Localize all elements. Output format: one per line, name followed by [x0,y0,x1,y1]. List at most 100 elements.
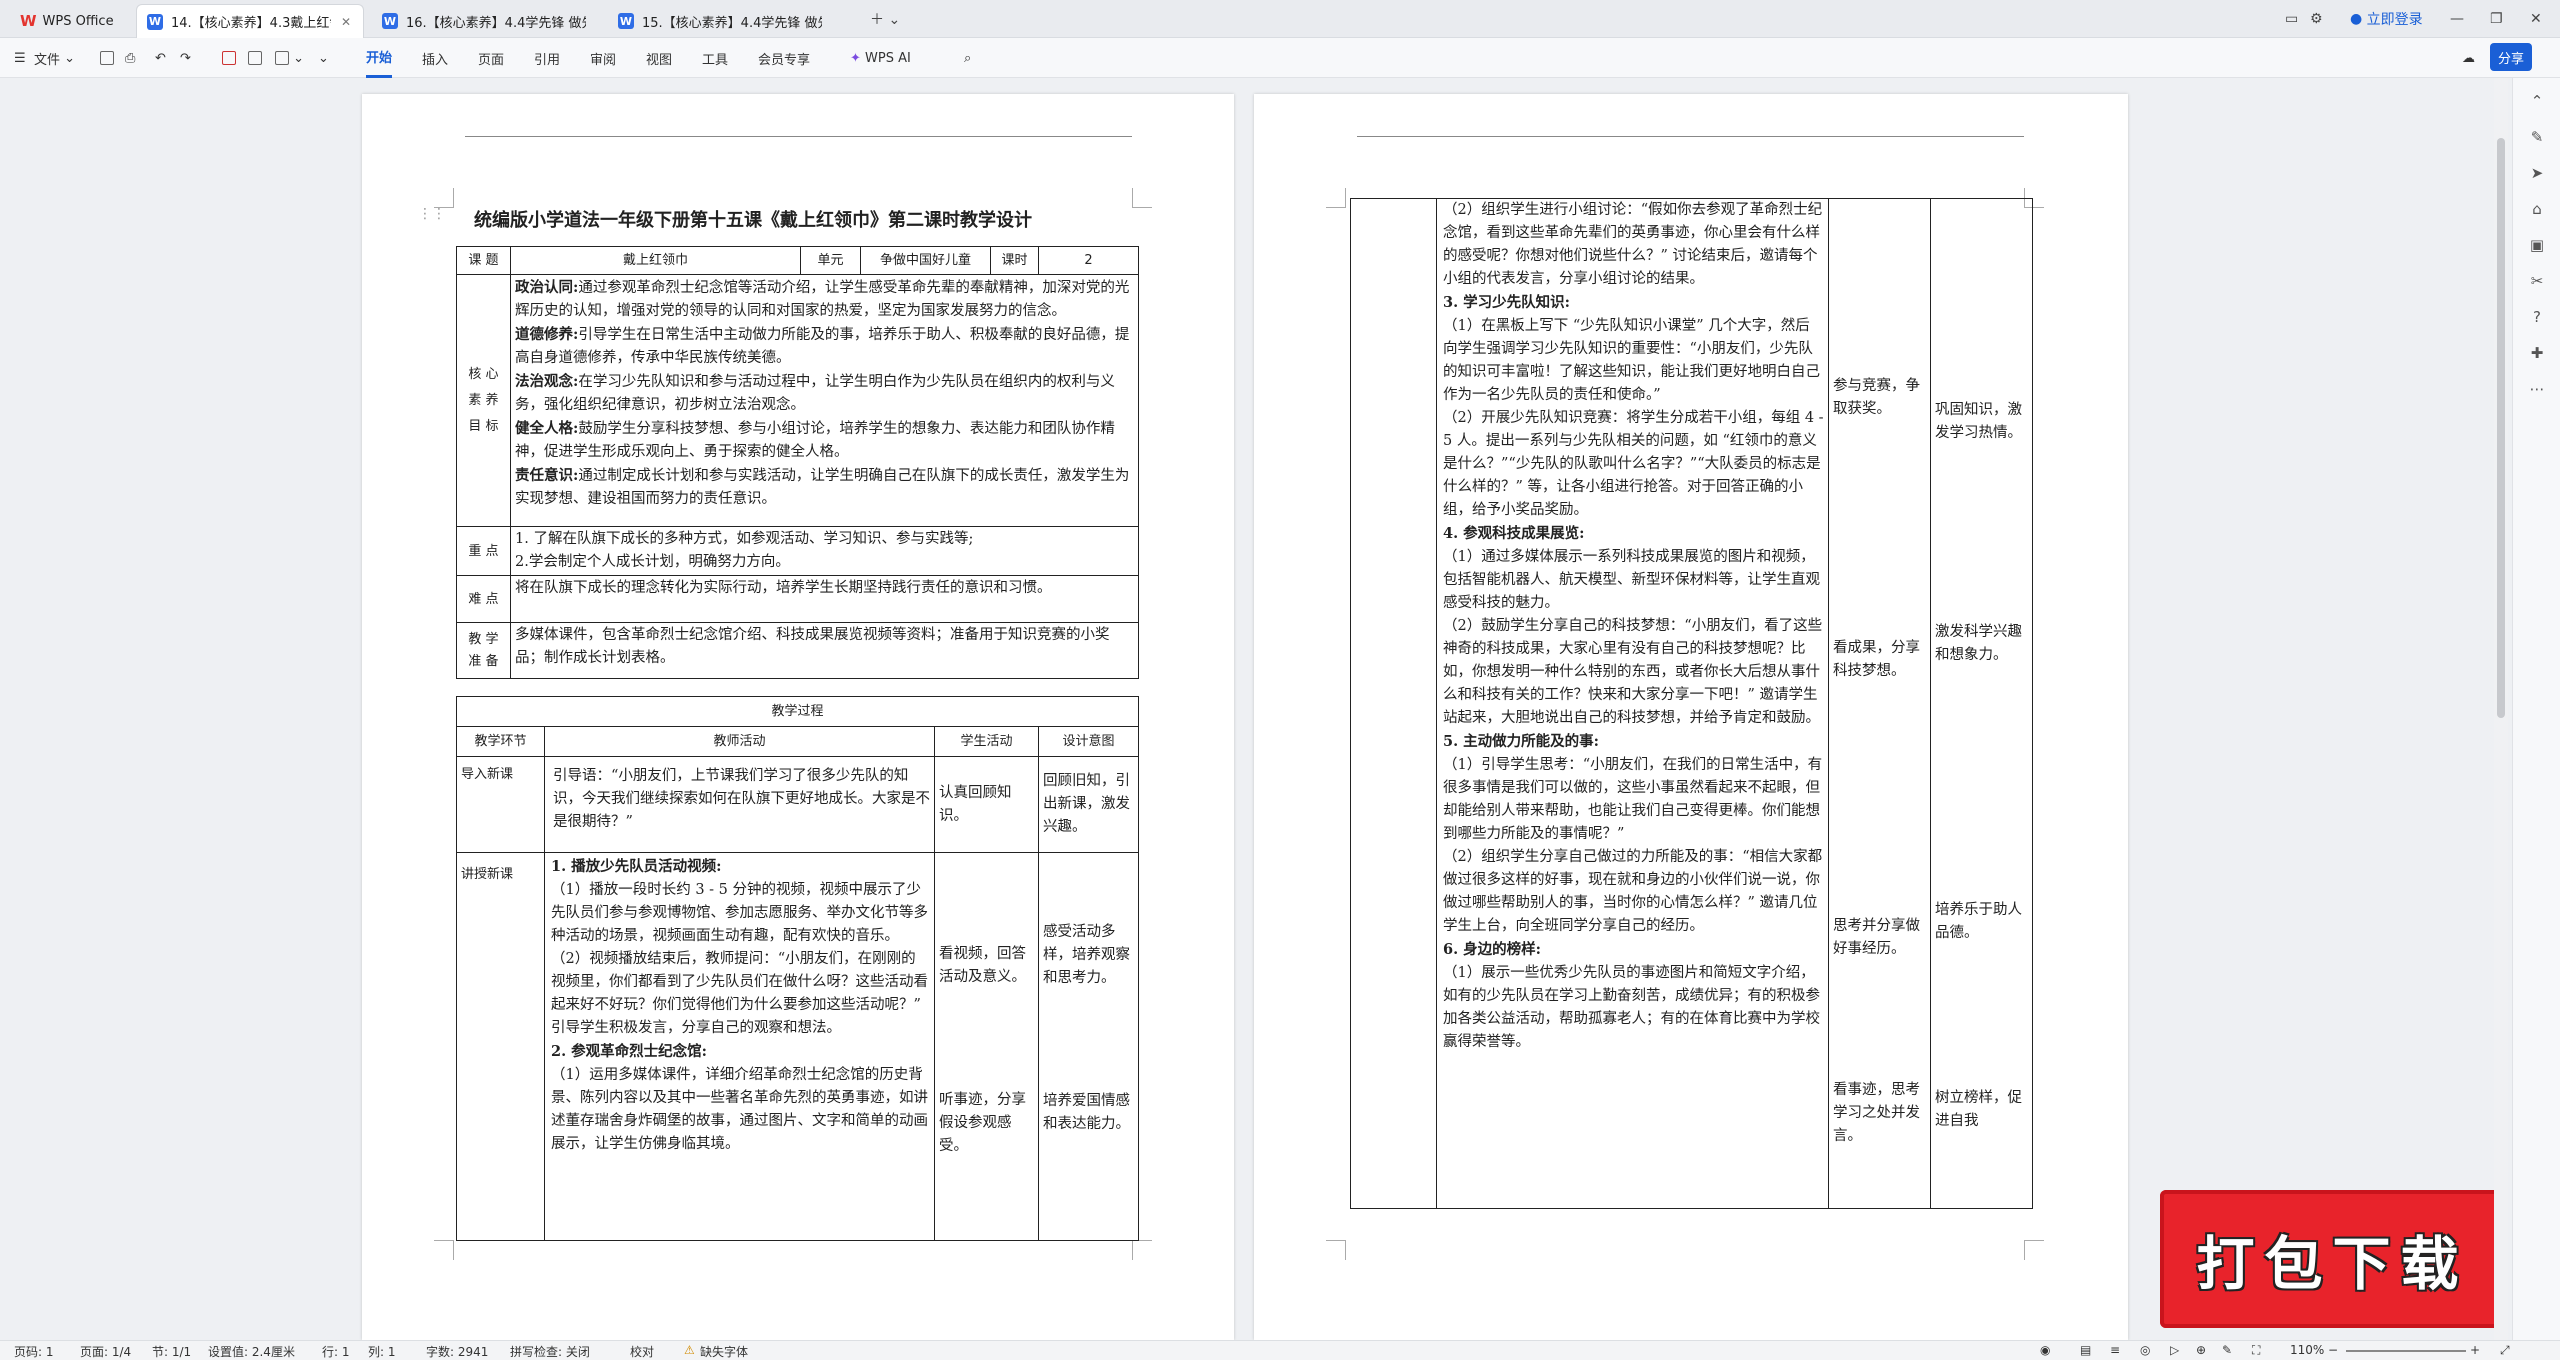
menu-label: 页面 [478,52,505,68]
scrollbar-thumb[interactable] [2497,138,2505,718]
export-icon[interactable] [222,38,236,78]
student-continued[interactable]: 参与竞赛，争取获奖。 看成果，分享科技梦想。 思考并分享做好事经历。 看事迹，思… [1828,198,1931,1209]
key-item: 2.学会制定个人成长计划，明确努力方向。 [515,554,790,570]
status-missing-font[interactable]: 缺失字体 [700,1343,748,1360]
intent-text: 培养乐于助人品德。 [1935,902,2022,941]
eye-icon[interactable]: ◉ [2040,1343,2050,1357]
cloud-icon[interactable]: ☁ [2462,38,2475,78]
teacher-continued[interactable]: （2）组织学生进行小组讨论：“假如你去参观了革命烈士纪念馆，看到这些革命先辈们的… [1436,198,1829,1209]
status-words[interactable]: 字数: 2941 [426,1343,488,1360]
tab-page[interactable]: 页面 [478,38,504,78]
tab-member[interactable]: 会员专享 [758,38,810,78]
status-proof[interactable]: 校对 [630,1343,654,1360]
period-value[interactable]: 2 [1038,246,1139,275]
cursor-icon[interactable]: ➤ [2527,164,2547,184]
step-text: （1）播放一段时长约 3 - 5 分钟的视频，视频中展示了少先队员们参与参观博物… [551,882,928,944]
tools-icon[interactable]: ✂ [2527,272,2547,292]
intent-lesson[interactable]: 感受活动多样，培养观察和思考力。 培养爱国情感和表达能力。 [1037,852,1140,1241]
format-icon[interactable]: ⌄ [275,38,304,78]
prep-cell[interactable]: 多媒体课件，包含革命烈士纪念馆介绍、科技成果展览视频等资料；准备用于知识竞赛的小… [510,622,1139,679]
tab-label: 14.【核心素养】4.3戴上红领巾 [171,16,331,31]
teacher-lesson[interactable]: 1. 播放少先队员活动视频: （1）播放一段时长约 3 - 5 分钟的视频，视频… [544,852,935,1241]
status-spell[interactable]: 拼写检查: 关闭 [510,1343,590,1360]
process-table-continued: （2）组织学生进行小组讨论：“假如你去参观了革命烈士纪念馆，看到这些革命先辈们的… [1350,198,2033,1209]
fit-icon[interactable]: ⛶ [2252,1343,2260,1358]
page-1: ⋮⋮ 统编版小学道法一年级下册第十五课《戴上红领巾》第二课时教学设计 课 题 戴… [362,94,1234,1340]
help-icon[interactable]: ? [2527,308,2547,328]
search-icon[interactable]: ⌕ [964,38,971,78]
list-view-icon[interactable]: ≡ [2110,1343,2120,1357]
key-label: 重 点 [456,526,511,576]
goals-cell[interactable]: 政治认同:通过参观革命烈士纪念馆等活动介绍，让学生感受革命先辈的奉献精神，加深对… [510,274,1139,527]
download-badge[interactable]: 打包下载 [2160,1190,2505,1328]
avatar-icon: ● [2350,11,2367,27]
globe-icon[interactable]: ⊕ [2196,1343,2206,1357]
status-pages[interactable]: 页面: 1/4 [80,1343,131,1360]
unit-value[interactable]: 争做中国好儿童 [860,246,991,275]
close-window-button[interactable]: ✕ [2530,0,2542,38]
zoom-in-icon[interactable]: + [2470,1343,2480,1357]
zoom-out-icon[interactable]: − [2328,1343,2338,1357]
difficulty-cell[interactable]: 将在队旗下成长的理念转化为实际行动，培养学生长期坚持践行责任的意识和习惯。 [510,575,1139,623]
drag-handle-icon[interactable]: ⋮⋮ [418,206,446,222]
corner-mark [1132,188,1152,208]
layout-icon[interactable]: ▭ [2285,0,2298,38]
puzzle-icon[interactable]: ✚ [2527,344,2547,364]
key-cell[interactable]: 1. 了解在队旗下成长的多种方式，如参观活动、学习知识、参与实践等; 2.学会制… [510,526,1139,576]
share-button[interactable]: 分享 [2490,43,2533,71]
tab-view[interactable]: 视图 [646,38,672,78]
ai-icon: ✦ [850,50,866,66]
vertical-scrollbar[interactable] [2494,78,2508,1340]
redo-icon[interactable]: ↷ [180,38,191,78]
undo-icon[interactable]: ↶ [155,38,166,78]
tag-icon[interactable]: ⌂ [2527,200,2547,220]
new-tab-button[interactable]: ＋ ⌄ [870,0,900,38]
step-text: （2）鼓励学生分享自己的科技梦想：“小朋友们，看了这些神奇的科技成果，大家心里有… [1443,618,1823,726]
tab-start[interactable]: 开始 [366,38,393,78]
status-col: 列: 1 [368,1345,396,1359]
tab-doc-16[interactable]: W 16.【核心素养】4.4学先锋 做先锋 第 [372,4,600,38]
tab-insert[interactable]: 插入 [422,38,448,78]
pen-icon[interactable]: ✎ [2222,1343,2232,1357]
status-bar: 页码: 1 页面: 1/4 节: 1/1 设置值: 2.4厘米 行: 1 列: … [0,1340,2560,1360]
more-dots-icon[interactable]: ⋯ [2527,380,2547,400]
tab-home[interactable]: W WPS Office [10,4,130,38]
tab-label: 16.【核心素养】4.4学先锋 做先锋 第 [406,15,586,31]
course-value[interactable]: 戴上红领巾 [510,246,801,275]
zoom-slider[interactable] [2346,1350,2466,1352]
collapse-icon[interactable]: ⌃ [2527,92,2547,112]
page-view-icon[interactable]: ▤ [2080,1343,2091,1357]
file-menu[interactable]: 文件 ⌄ [34,38,75,78]
intent-continued[interactable]: 巩固知识，激发学习热情。 激发科学兴趣和想象力。 培养乐于助人品德。 树立榜样，… [1930,198,2033,1209]
course-label: 课 题 [456,246,511,275]
tab-doc-14[interactable]: W 14.【核心素养】4.3戴上红领巾 ✕ [136,4,364,38]
status-page: 页码: 1 [14,1345,54,1359]
screen-icon[interactable]: ▣ [2527,236,2547,256]
edit-pen-icon[interactable]: ✎ [2527,128,2547,148]
student-intro[interactable]: 认真回顾知识。 [934,756,1039,853]
tab-review[interactable]: 审阅 [590,38,616,78]
close-icon[interactable]: ✕ [341,15,351,29]
zoom-level[interactable]: 110% [2290,1343,2324,1357]
document-title[interactable]: 统编版小学道法一年级下册第十五课《戴上红领巾》第二课时教学设计 [474,206,1032,232]
settings-icon[interactable]: ⚙ [2310,0,2323,38]
minimize-button[interactable]: — [2450,0,2464,38]
teacher-intro[interactable]: 引导语：“小朋友们，上节课我们学习了很多少先队的知识，今天我们继续探索如何在队旗… [544,756,935,853]
tab-doc-15[interactable]: W 15.【核心素养】4.4学先锋 做先锋 第 [608,4,836,38]
tab-references[interactable]: 引用 [534,38,560,78]
web-view-icon[interactable]: ◎ [2140,1343,2150,1357]
tab-tools[interactable]: 工具 [702,38,728,78]
more-icon[interactable]: ⌄ [318,38,329,78]
wps-ai-button[interactable]: ✦ WPS AI [850,38,911,78]
print-icon[interactable]: ⎙ [125,38,135,78]
play-icon[interactable]: ▷ [2170,1343,2179,1357]
menu-icon[interactable]: ☰ [14,38,30,78]
student-lesson[interactable]: 看视频，回答活动及意义。 听事迹，分享假设参观感受。 [934,852,1039,1241]
login-button[interactable]: ● 立即登录 [2350,0,2423,38]
intent-intro[interactable]: 回顾旧知，引出新课，激发兴趣。 [1037,756,1140,853]
fullscreen-icon[interactable]: ⤢ [2500,1343,2510,1358]
restore-button[interactable]: ❐ [2490,0,2503,38]
step-text: （1）展示一些优秀少先队员的事迹图片和简短文字介绍，如有的少先队员在学习上勤奋刻… [1443,965,1820,1050]
image-icon[interactable] [248,38,262,78]
save-icon[interactable] [100,38,114,78]
